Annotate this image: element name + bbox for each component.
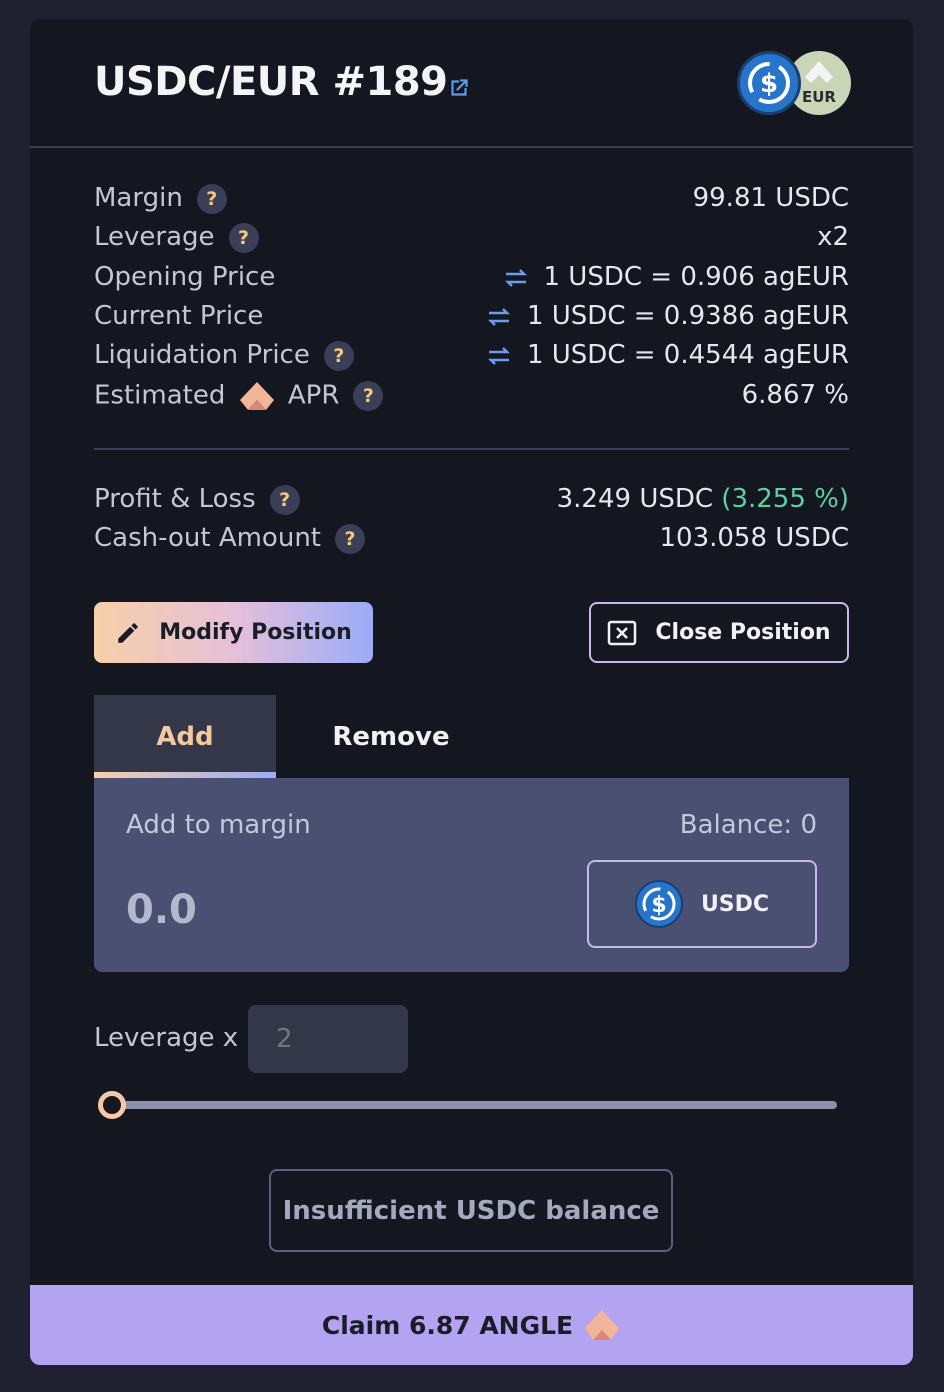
margin-label: Margin	[94, 183, 183, 213]
insufficient-balance-button[interactable]: Insufficient USDC balance	[269, 1169, 673, 1252]
leverage-input[interactable]	[248, 1005, 408, 1073]
usdc-coin-icon: $	[634, 880, 683, 928]
cashout-label: Cash-out Amount	[94, 523, 321, 553]
position-card: USDC/EUR #189 EUR $ Margin? 99.81 USDC L…	[30, 19, 913, 1365]
swap-icon[interactable]	[485, 346, 513, 366]
swap-icon[interactable]	[502, 268, 530, 288]
leverage-value: x2	[817, 222, 849, 252]
current-price-value: 1 USDC = 0.9386 agEUR	[526, 301, 849, 331]
add-margin-panel: Add to margin Balance: 0 $ USDC	[94, 778, 849, 972]
opening-price-value: 1 USDC = 0.906 agEUR	[543, 262, 850, 292]
current-price-label: Current Price	[94, 301, 264, 331]
profit-loss-label: Profit & Loss	[94, 484, 256, 514]
angle-token-icon	[239, 382, 274, 410]
token-select-button[interactable]: $ USDC	[587, 860, 817, 948]
claim-angle-button[interactable]: Claim 6.87 ANGLE	[30, 1285, 913, 1365]
leverage-label: Leverage	[94, 222, 215, 252]
cashout-row: Cash-out Amount? 103.058 USDC	[94, 523, 849, 557]
current-price-row: Current Price 1 USDC = 0.9386 agEUR	[94, 301, 849, 335]
opening-price-label: Opening Price	[94, 262, 276, 292]
modify-position-button[interactable]: Modify Position	[94, 602, 373, 663]
svg-text:$: $	[760, 69, 778, 99]
external-link-icon[interactable]	[446, 75, 472, 101]
angle-token-icon	[585, 1310, 620, 1340]
profit-loss-percent: (3.255 %)	[721, 484, 849, 514]
apr-help-icon[interactable]: ?	[353, 381, 384, 411]
leverage-row: Leverage? x2	[94, 222, 849, 256]
cashout-help-icon[interactable]: ?	[335, 523, 365, 554]
tab-remove[interactable]: Remove	[300, 695, 482, 778]
apr-label-prefix: Estimated	[94, 380, 226, 411]
leverage-help-icon[interactable]: ?	[228, 222, 259, 253]
apr-label-suffix: APR	[287, 380, 340, 411]
leverage-slider-track[interactable]	[112, 1101, 837, 1109]
tab-add[interactable]: Add	[94, 695, 276, 778]
liquidation-price-label: Liquidation Price	[94, 340, 310, 370]
profit-loss-row: Profit & Loss? 3.249 USDC (3.255 %)	[94, 484, 849, 518]
liquidation-price-row: Liquidation Price? 1 USDC = 0.4544 agEUR	[94, 340, 849, 374]
position-title: USDC/EUR #189	[94, 59, 448, 105]
pencil-icon	[118, 622, 138, 643]
close-position-button[interactable]: Close Position	[589, 602, 849, 663]
margin-row: Margin? 99.81 USDC	[94, 183, 849, 217]
modify-position-label: Modify Position	[159, 620, 352, 645]
claim-label: Claim 6.87 ANGLE	[321, 1310, 574, 1340]
profit-loss-help-icon[interactable]: ?	[269, 484, 300, 515]
section-divider	[94, 448, 849, 450]
margin-value: 99.81 USDC	[692, 183, 849, 213]
svg-text:$: $	[651, 893, 666, 918]
leverage-input-label: Leverage x	[94, 1023, 239, 1053]
liquidation-price-value: 1 USDC = 0.4544 agEUR	[526, 340, 849, 370]
token-select-label: USDC	[700, 891, 770, 917]
margin-amount-input[interactable]	[126, 882, 546, 938]
liquidation-help-icon[interactable]: ?	[323, 340, 354, 371]
add-margin-label: Add to margin	[126, 810, 311, 840]
position-header: USDC/EUR #189 EUR $	[30, 19, 913, 148]
apr-row: Estimated APR? 6.867 %	[94, 380, 849, 414]
opening-price-row: Opening Price 1 USDC = 0.906 agEUR	[94, 262, 849, 296]
leverage-slider-thumb[interactable]	[98, 1091, 126, 1119]
margin-help-icon[interactable]: ?	[196, 183, 227, 214]
cashout-value: 103.058 USDC	[659, 523, 850, 553]
close-box-icon	[608, 620, 637, 645]
balance-text: Balance: 0	[679, 810, 817, 840]
apr-value: 6.867 %	[741, 380, 849, 410]
close-position-label: Close Position	[655, 620, 831, 645]
swap-icon[interactable]	[485, 307, 513, 327]
profit-loss-value: 3.249 USDC	[556, 484, 714, 514]
usdc-coin-icon: $	[737, 51, 801, 115]
